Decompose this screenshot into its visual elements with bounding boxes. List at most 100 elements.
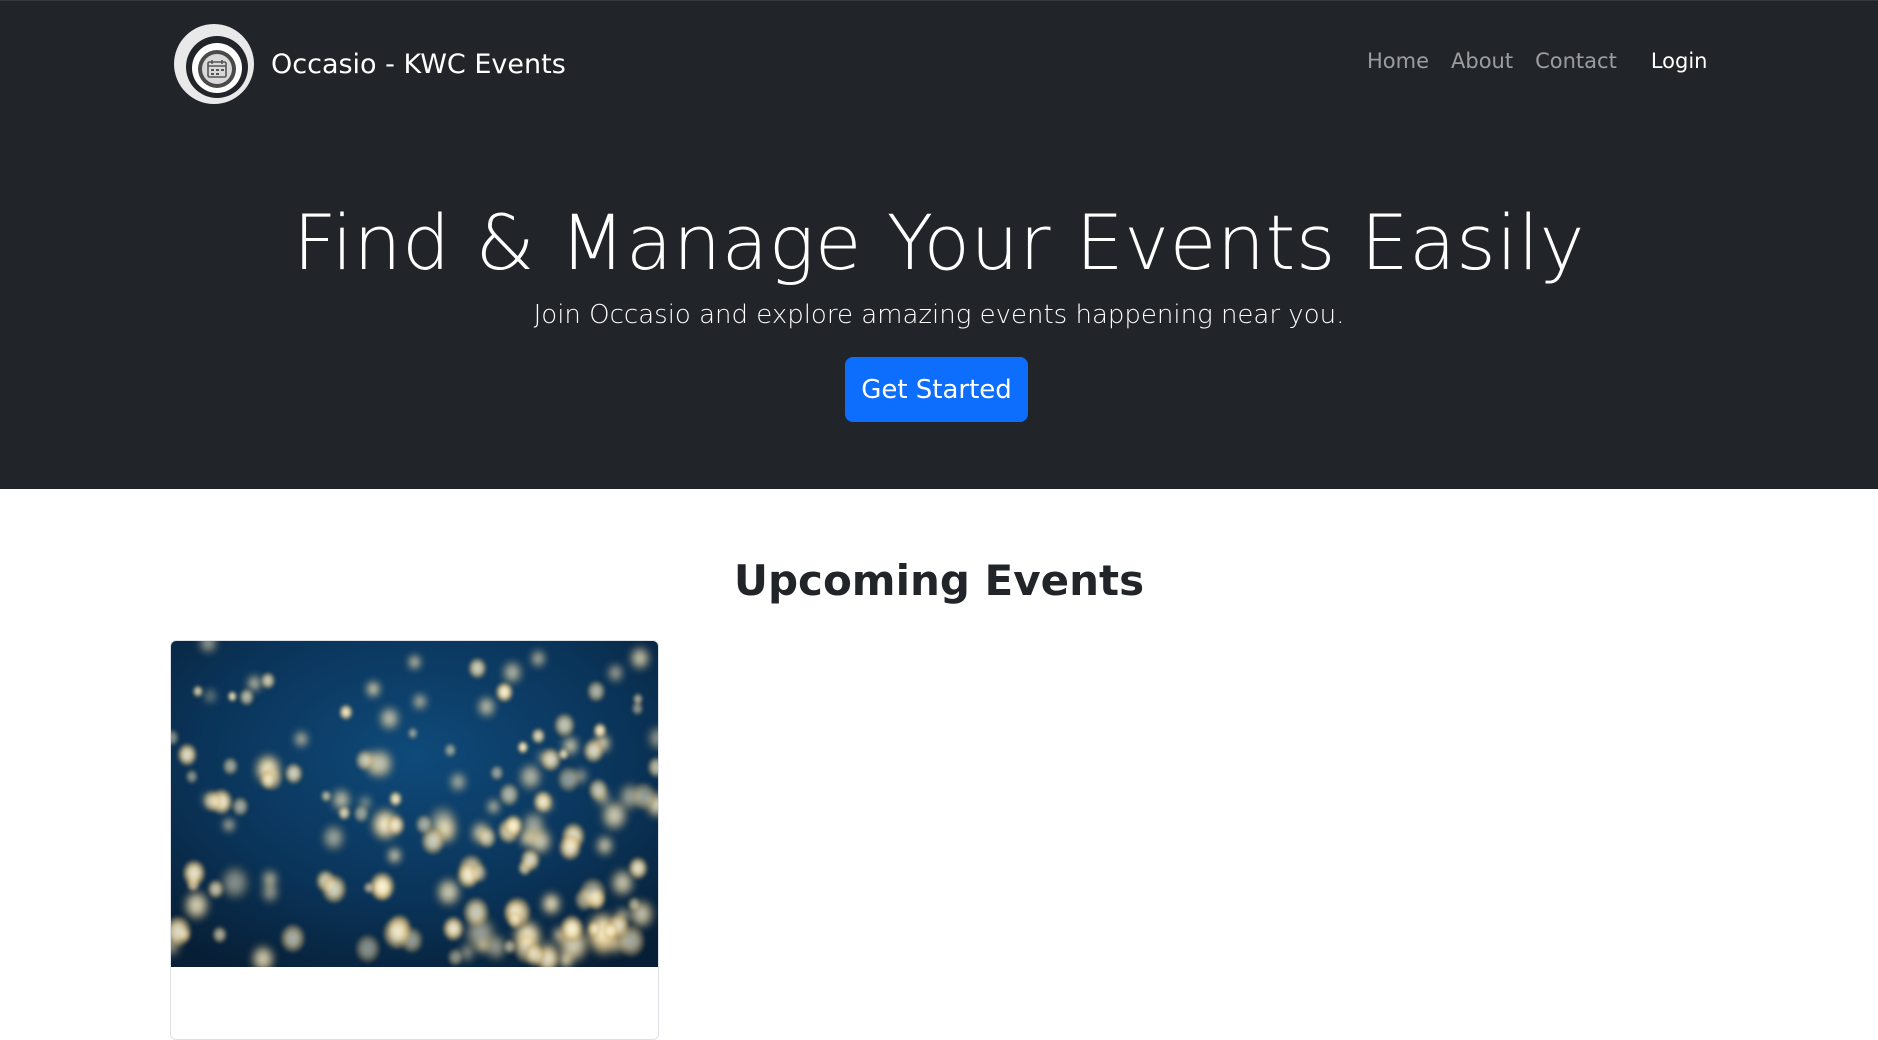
bokeh-light [227, 690, 238, 703]
bokeh-light [320, 873, 348, 905]
bokeh-light [192, 684, 204, 698]
bokeh-light [501, 660, 523, 685]
bokeh-light [520, 810, 546, 840]
hero-subtitle: Join Occasio and explore amazing events … [533, 300, 1345, 330]
bokeh-light [202, 789, 223, 813]
bokeh-light [489, 764, 504, 781]
bokeh-light [498, 782, 520, 807]
bokeh-light [284, 762, 304, 785]
get-started-button[interactable]: Get Started [845, 357, 1028, 422]
hero-title: Find & Manage Your Events Easily [293, 198, 1585, 287]
bokeh-light [607, 663, 624, 683]
bokeh-light [578, 876, 608, 910]
bokeh-light [503, 814, 524, 838]
bokeh-light [476, 695, 497, 718]
bokeh-light [530, 649, 547, 668]
bokeh-light [387, 847, 402, 865]
bokeh-light [629, 645, 651, 671]
bokeh-light [203, 688, 217, 704]
bokeh-light [185, 769, 199, 785]
bokeh-light [293, 730, 309, 748]
bokeh-light [222, 818, 235, 832]
bokeh-light [467, 657, 488, 680]
bokeh-light [627, 856, 649, 881]
event-card[interactable] [170, 640, 659, 1040]
nav-link-home[interactable]: Home [1367, 49, 1429, 73]
bokeh-light [462, 896, 490, 929]
bokeh-light [183, 889, 211, 921]
bokeh-light [449, 771, 467, 793]
bokeh-lights-image [171, 641, 658, 967]
bokeh-light [582, 738, 605, 764]
bokeh-light [558, 833, 582, 862]
bokeh-light [477, 826, 497, 849]
bokeh-light [238, 687, 255, 707]
bokeh-light [540, 891, 562, 917]
top-navbar: Occasio - KWC Events Home About Contact … [0, 0, 1878, 128]
bokeh-light [337, 805, 351, 821]
bokeh-light [386, 814, 406, 837]
bokeh-light [443, 742, 457, 758]
bokeh-light [506, 910, 523, 930]
brand-name: Occasio - KWC Events [271, 48, 566, 80]
bokeh-light [279, 922, 307, 954]
bokeh-light [486, 799, 501, 815]
bokeh-light [176, 742, 198, 767]
bokeh-light [587, 777, 609, 802]
calendar-icon [173, 23, 255, 105]
bokeh-light [517, 740, 529, 755]
bokeh-light [365, 680, 381, 698]
bokeh-light [518, 762, 543, 791]
bokeh-light [407, 726, 419, 740]
bokeh-light [559, 914, 585, 944]
hero-section: Find & Manage Your Events Easily Join Oc… [0, 128, 1878, 489]
bokeh-light [627, 896, 641, 912]
bokeh-light [259, 770, 277, 790]
bokeh-light [447, 947, 464, 967]
bokeh-light [321, 824, 346, 852]
bokeh-light [211, 925, 228, 944]
bokeh-light [181, 859, 207, 888]
bokeh-light [414, 813, 434, 836]
upcoming-events-title: Upcoming Events [733, 556, 1145, 605]
bokeh-light [495, 681, 514, 703]
bokeh-light [354, 749, 374, 772]
nav-link-about[interactable]: About [1451, 49, 1513, 73]
bokeh-light [363, 881, 375, 894]
bokeh-light [206, 878, 225, 900]
bokeh-light [338, 703, 354, 721]
bokeh-light [231, 796, 250, 817]
bokeh-light [388, 790, 403, 807]
bokeh-light [556, 765, 581, 794]
bokeh-light [222, 756, 239, 776]
bokeh-light [353, 804, 370, 824]
bokeh-light [407, 654, 422, 670]
bokeh-light [587, 920, 602, 938]
bokeh-light [378, 705, 401, 732]
bokeh-light [631, 781, 657, 812]
bokeh-light [260, 671, 276, 690]
bokeh-light [532, 790, 553, 813]
bokeh-light [592, 722, 608, 739]
bokeh-light [631, 701, 644, 716]
bokeh-light [586, 680, 606, 703]
bokeh-light [531, 727, 546, 745]
bokeh-light [219, 865, 251, 901]
nav-link-contact[interactable]: Contact [1535, 49, 1617, 73]
bokeh-light [382, 915, 413, 951]
bokeh-light [412, 693, 428, 711]
bokeh-light [519, 847, 541, 872]
bokeh-light [523, 942, 547, 967]
bokeh-light [442, 915, 465, 942]
bokeh-light [354, 933, 382, 965]
bokeh-light [553, 712, 576, 739]
bokeh-light [595, 834, 615, 857]
brand-link[interactable]: Occasio - KWC Events [173, 23, 566, 105]
nav-links: Home About Contact Login [1367, 49, 1707, 73]
bokeh-light [616, 923, 646, 958]
bokeh-light [261, 869, 279, 889]
bokeh-light [470, 862, 489, 884]
bokeh-light [320, 789, 332, 803]
bokeh-light [539, 747, 562, 773]
login-link[interactable]: Login [1651, 49, 1708, 73]
